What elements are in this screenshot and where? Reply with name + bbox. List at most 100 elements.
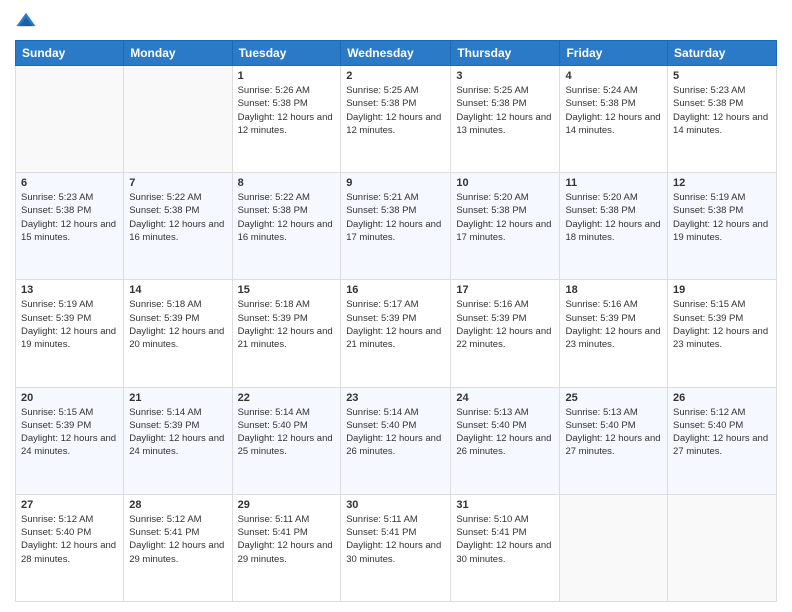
daylight: Daylight: 12 hours and 13 minutes.	[456, 112, 551, 136]
daylight: Daylight: 12 hours and 27 minutes.	[565, 433, 660, 457]
day-info: Sunrise: 5:26 AMSunset: 5:38 PMDaylight:…	[238, 84, 336, 137]
col-header-sunday: Sunday	[16, 41, 124, 66]
sunset: Sunset: 5:39 PM	[456, 313, 526, 324]
daylight: Daylight: 12 hours and 23 minutes.	[565, 326, 660, 350]
calendar-cell: 4Sunrise: 5:24 AMSunset: 5:38 PMDaylight…	[560, 66, 668, 173]
sunrise: Sunrise: 5:12 AM	[673, 407, 745, 418]
calendar-cell: 26Sunrise: 5:12 AMSunset: 5:40 PMDayligh…	[668, 387, 777, 494]
day-number: 25	[565, 392, 662, 404]
daylight: Daylight: 12 hours and 26 minutes.	[456, 433, 551, 457]
week-row-3: 13 Sunrise: 5:19 AMSunset: 5:39 PMDayligh…	[16, 280, 777, 387]
sunrise: Sunrise: 5:14 AM	[238, 407, 310, 418]
day-info: Sunrise: 5:16 AMSunset: 5:39 PMDaylight:…	[456, 298, 554, 351]
day-info: Sunrise: 5:13 AMSunset: 5:40 PMDaylight:…	[565, 406, 662, 459]
day-info: Sunrise: 5:11 AM Sunset: 5:41 PM Daylight:…	[238, 513, 336, 566]
daylight: Daylight: 12 hours and 29 minutes.	[238, 540, 333, 564]
day-info: Sunrise: 5:15 AMSunset: 5:39 PMDaylight:…	[673, 298, 771, 351]
col-header-friday: Friday	[560, 41, 668, 66]
calendar-cell: 10Sunrise: 5:20 AMSunset: 5:38 PMDayligh…	[451, 173, 560, 280]
calendar-header-row: SundayMondayTuesdayWednesdayThursdayFrid…	[16, 41, 777, 66]
day-number: 26	[673, 392, 771, 404]
day-number: 31	[456, 499, 554, 511]
calendar-cell: 27 Sunrise: 5:12 AMSunset: 5:40 PMDayligh…	[16, 494, 124, 601]
day-info: Sunrise: 5:22 AMSunset: 5:38 PMDaylight:…	[238, 191, 336, 244]
day-info: Sunrise: 5:17 AM Sunset: 5:39 PM Daylight:…	[346, 298, 445, 351]
calendar-cell: 7Sunrise: 5:22 AMSunset: 5:38 PMDaylight…	[124, 173, 232, 280]
logo	[15, 10, 41, 32]
sunrise: Sunrise: 5:22 AM	[129, 192, 201, 203]
day-info: Sunrise: 5:11 AMSunset: 5:41 PMDaylight:…	[346, 513, 445, 566]
calendar-cell: 22Sunrise: 5:14 AMSunset: 5:40 PMDayligh…	[232, 387, 341, 494]
sunrise: Sunrise: 5:11 AM	[238, 514, 310, 525]
day-info: Sunrise: 5:25 AMSunset: 5:38 PMDaylight:…	[346, 84, 445, 137]
daylight: Daylight: 12 hours and 14 minutes.	[673, 112, 768, 136]
sunset: Sunset: 5:40 PM	[346, 420, 416, 431]
sunrise: Sunrise: 5:17 AM	[346, 299, 418, 310]
sunset: Sunset: 5:38 PM	[238, 98, 308, 109]
calendar-cell: 8 Sunrise: 5:22 AMSunset: 5:38 PMDaylight…	[232, 173, 341, 280]
sunrise: Sunrise: 5:24 AM	[565, 85, 637, 96]
day-info: Sunrise: 5:10 AMSunset: 5:41 PMDaylight:…	[456, 513, 554, 566]
header	[15, 10, 777, 32]
day-number: 20	[21, 392, 118, 404]
day-info: Sunrise: 5:20 AMSunset: 5:38 PMDaylight:…	[565, 191, 662, 244]
sunset: Sunset: 5:41 PM	[238, 527, 308, 538]
day-number: 9	[346, 177, 445, 189]
day-info: Sunrise: 5:25 AMSunset: 5:38 PMDaylight:…	[456, 84, 554, 137]
sunset: Sunset: 5:41 PM	[456, 527, 526, 538]
daylight: Daylight: 12 hours and 28 minutes.	[21, 540, 116, 564]
sunset: Sunset: 5:39 PM	[673, 313, 743, 324]
sunset: Sunset: 5:41 PM	[129, 527, 199, 538]
day-number: 13	[21, 284, 118, 296]
sunrise: Sunrise: 5:12 AM	[21, 514, 93, 525]
sunrise: Sunrise: 5:21 AM	[346, 192, 418, 203]
calendar-cell: 28Sunrise: 5:12 AMSunset: 5:41 PMDayligh…	[124, 494, 232, 601]
calendar-cell: 11Sunrise: 5:20 AMSunset: 5:38 PMDayligh…	[560, 173, 668, 280]
daylight: Daylight: 12 hours and 12 minutes.	[238, 112, 333, 136]
sunset: Sunset: 5:38 PM	[565, 205, 635, 216]
daylight: Daylight: 12 hours and 16 minutes.	[129, 219, 224, 243]
sunrise: Sunrise: 5:15 AM	[673, 299, 745, 310]
day-number: 8	[238, 177, 336, 189]
sunrise: Sunrise: 5:25 AM	[456, 85, 528, 96]
daylight: Daylight: 12 hours and 15 minutes.	[21, 219, 116, 243]
daylight: Daylight: 12 hours and 21 minutes.	[346, 326, 441, 350]
sunset: Sunset: 5:39 PM	[238, 313, 308, 324]
day-number: 28	[129, 499, 226, 511]
day-info: Sunrise: 5:19 AMSunset: 5:38 PMDaylight:…	[673, 191, 771, 244]
calendar-cell	[668, 494, 777, 601]
day-number: 12	[673, 177, 771, 189]
sunrise: Sunrise: 5:18 AM	[238, 299, 310, 310]
calendar-cell: 20Sunrise: 5:15 AMSunset: 5:39 PMDayligh…	[16, 387, 124, 494]
sunrise: Sunrise: 5:12 AM	[129, 514, 201, 525]
daylight: Daylight: 12 hours and 18 minutes.	[565, 219, 660, 243]
sunset: Sunset: 5:39 PM	[21, 313, 91, 324]
calendar-cell: 23Sunrise: 5:14 AMSunset: 5:40 PMDayligh…	[341, 387, 451, 494]
sunset: Sunset: 5:39 PM	[346, 313, 416, 324]
sunrise: Sunrise: 5:11 AM	[346, 514, 418, 525]
day-number: 4	[565, 70, 662, 82]
week-row-4: 20Sunrise: 5:15 AMSunset: 5:39 PMDayligh…	[16, 387, 777, 494]
col-header-wednesday: Wednesday	[341, 41, 451, 66]
sunset: Sunset: 5:40 PM	[565, 420, 635, 431]
daylight: Daylight: 12 hours and 22 minutes.	[456, 326, 551, 350]
week-row-2: 6Sunrise: 5:23 AMSunset: 5:38 PMDaylight…	[16, 173, 777, 280]
day-number: 6	[21, 177, 118, 189]
day-info: Sunrise: 5:19 AMSunset: 5:39 PMDaylight:…	[21, 298, 118, 351]
daylight: Daylight: 12 hours and 25 minutes.	[238, 433, 333, 457]
sunset: Sunset: 5:41 PM	[346, 527, 416, 538]
day-number: 19	[673, 284, 771, 296]
day-number: 7	[129, 177, 226, 189]
day-info: Sunrise: 5:23 AMSunset: 5:38 PMDaylight:…	[673, 84, 771, 137]
day-number: 5	[673, 70, 771, 82]
day-info: Sunrise: 5:12 AMSunset: 5:40 PMDaylight:…	[21, 513, 118, 566]
day-info: Sunrise: 5:14 AMSunset: 5:39 PMDaylight:…	[129, 406, 226, 459]
day-number: 27	[21, 499, 118, 511]
calendar-cell: 14Sunrise: 5:18 AMSunset: 5:39 PMDayligh…	[124, 280, 232, 387]
calendar-cell: 30Sunrise: 5:11 AMSunset: 5:41 PMDayligh…	[341, 494, 451, 601]
sunrise: Sunrise: 5:15 AM	[21, 407, 93, 418]
day-info: Sunrise: 5:18 AMSunset: 5:39 PMDaylight:…	[129, 298, 226, 351]
sunrise: Sunrise: 5:18 AM	[129, 299, 201, 310]
calendar-cell: 18Sunrise: 5:16 AMSunset: 5:39 PMDayligh…	[560, 280, 668, 387]
sunset: Sunset: 5:38 PM	[673, 98, 743, 109]
